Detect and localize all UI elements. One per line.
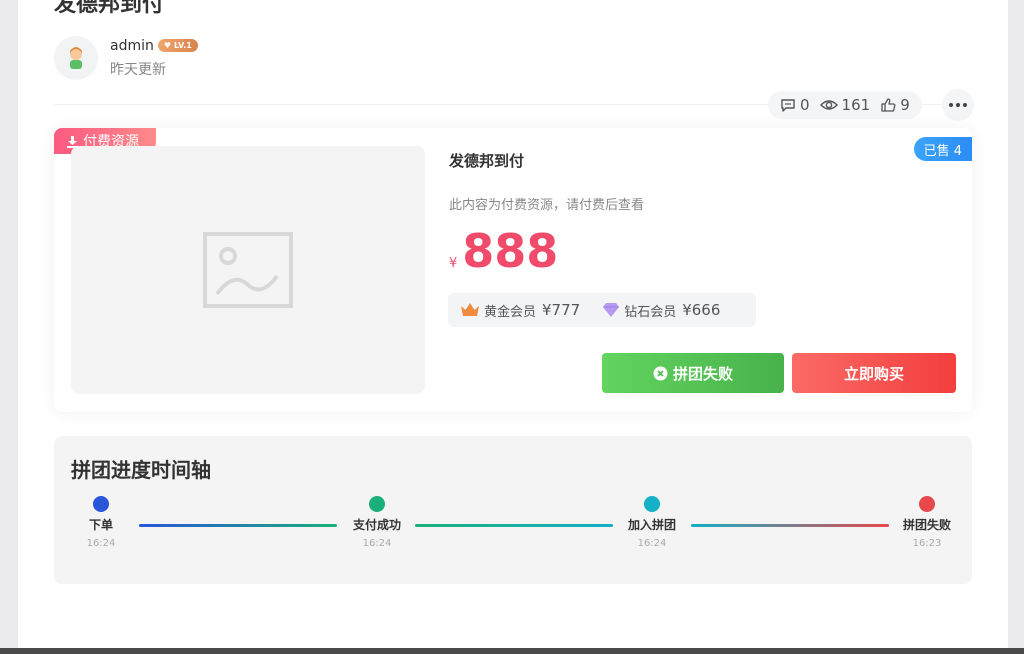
- group-fail-button[interactable]: 拼团失败: [602, 353, 784, 393]
- like-count[interactable]: 9: [880, 96, 910, 114]
- view-count-value: 161: [841, 96, 871, 114]
- vip-gold-price: ¥777: [542, 301, 581, 319]
- timeline-step-label: 拼团失败: [902, 518, 951, 532]
- group-fail-button-label: 拼团失败: [672, 364, 733, 383]
- post-title: 发德邦到付: [54, 0, 165, 17]
- close-circle-icon: [653, 366, 668, 380]
- timeline-step-label: 加入拼团: [627, 518, 676, 532]
- post-card: 发德邦到付 admin ♥ LV.1 昨天更新 0 161 9 付费资源 发德邦…: [18, 0, 1008, 654]
- currency-symbol: ¥: [449, 256, 458, 271]
- comment-count-value: 0: [800, 96, 810, 114]
- timeline-connector: [139, 524, 337, 527]
- user-avatar-icon: [70, 47, 82, 69]
- vip-diamond: 钻石会员 ¥666: [602, 301, 720, 320]
- thumbs-up-icon: [881, 98, 896, 112]
- heart-icon: ♥: [163, 41, 172, 50]
- sold-count-badge: 已售 4: [913, 137, 972, 161]
- resource-thumbnail[interactable]: [71, 146, 425, 394]
- timeline-connector: [415, 524, 613, 527]
- buy-now-button[interactable]: 立即购买: [792, 353, 956, 393]
- avatar[interactable]: [54, 36, 98, 80]
- level-badge: ♥ LV.1: [157, 39, 198, 52]
- diamond-icon: [603, 303, 620, 317]
- view-count: 161: [819, 96, 871, 114]
- level-text: LV.1: [174, 41, 192, 50]
- timeline-dot: [369, 496, 385, 512]
- paid-resource-box: 付费资源 发德邦到付 已售 4 此内容为付费资源，请付费后查看 ¥ 888 黄金…: [54, 128, 972, 412]
- image-placeholder-icon: [203, 232, 293, 308]
- vip-gold: 黄金会员 ¥777: [460, 301, 580, 320]
- update-time: 昨天更新: [110, 61, 166, 78]
- timeline-step: 支付成功 16:24: [337, 496, 417, 549]
- vip-gold-name: 黄金会员: [484, 304, 537, 320]
- timeline-dot: [644, 496, 660, 512]
- timeline-step: 下单 16:24: [61, 496, 141, 549]
- price-value: 888: [462, 224, 559, 278]
- timeline-connector: [691, 524, 889, 527]
- like-count-value: 9: [900, 96, 910, 114]
- timeline-step-time: 16:23: [912, 538, 942, 549]
- eye-icon: [819, 100, 838, 110]
- timeline-step: 加入拼团 16:24: [612, 496, 692, 549]
- timeline-step-time: 16:24: [86, 538, 116, 549]
- more-options-button[interactable]: [942, 89, 974, 121]
- timeline-step-label: 支付成功: [352, 518, 401, 532]
- more-dots-icon: [949, 103, 967, 107]
- comment-count[interactable]: 0: [780, 96, 810, 114]
- timeline-dot: [93, 496, 109, 512]
- timeline-step-label: 下单: [88, 518, 113, 532]
- timeline-step-time: 16:24: [637, 538, 667, 549]
- timeline-dot: [919, 496, 935, 512]
- timeline-step-time: 16:24: [362, 538, 392, 549]
- vip-diamond-price: ¥666: [682, 301, 721, 319]
- comment-icon: [781, 99, 795, 112]
- buy-now-button-label: 立即购买: [843, 364, 904, 383]
- author-name[interactable]: admin: [110, 38, 154, 54]
- author-block: admin ♥ LV.1 昨天更新: [54, 36, 198, 80]
- crown-icon: [461, 303, 479, 316]
- post-stats: 0 161 9: [768, 91, 922, 119]
- price: ¥ 888: [449, 224, 558, 278]
- vip-prices: 黄金会员 ¥777 钻石会员 ¥666: [448, 293, 756, 327]
- timeline-title: 拼团进度时间轴: [71, 458, 211, 482]
- bottom-bar: [0, 648, 1024, 654]
- resource-description: 此内容为付费资源，请付费后查看: [449, 198, 645, 213]
- timeline-step: 拼团失败 16:23: [887, 496, 967, 549]
- vip-diamond-name: 钻石会员: [624, 304, 677, 320]
- group-timeline: 拼团进度时间轴 下单 16:24 支付成功 16:24 加入拼团 16:24 拼…: [54, 436, 972, 584]
- resource-title: 发德邦到付: [449, 152, 525, 170]
